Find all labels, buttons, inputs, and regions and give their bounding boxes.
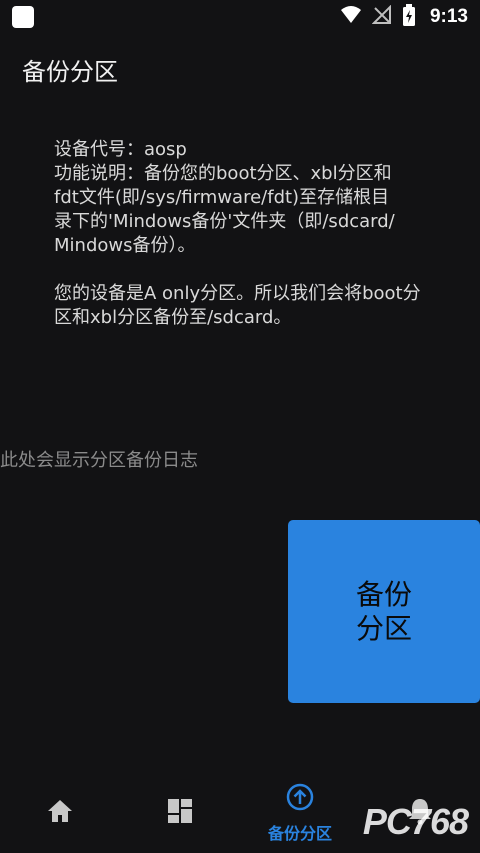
- device-code-text: 设备代号：aosp: [54, 139, 187, 160]
- nav-item-backup-partition[interactable]: 备份分区: [252, 773, 348, 853]
- status-time: 9:13: [429, 6, 468, 27]
- status-bar: 9:13: [0, 0, 480, 34]
- info-panel: 设备代号：aosp 功能说明：备份您的boot分区、xbl分区和 fdt文件(即…: [54, 138, 434, 330]
- description-line: Mindows备份）。: [54, 235, 196, 256]
- partition-result-line: 区和xbl分区备份至/sdcard。: [54, 307, 292, 328]
- backup-upload-icon: [285, 782, 315, 816]
- backup-partition-button[interactable]: 备份 分区: [288, 520, 480, 703]
- status-icons: 9:13: [340, 4, 468, 30]
- backup-log-placeholder: 此处会显示分区备份日志: [0, 450, 198, 471]
- description-line: 录下的'Mindows备份'文件夹（即/sdcard/: [54, 211, 395, 232]
- nav-label-backup-partition: 备份分区: [267, 824, 332, 843]
- notification-icon: [12, 6, 34, 28]
- nav-item-dashboard[interactable]: [132, 773, 228, 853]
- home-icon: [46, 798, 74, 828]
- description-line: fdt文件(即/sys/firmware/fdt)至存储根目: [54, 187, 390, 208]
- description-line: 功能说明：备份您的boot分区、xbl分区和: [54, 163, 392, 184]
- no-signal-icon: [371, 4, 392, 29]
- battery-charging-icon: [402, 4, 416, 30]
- wifi-icon: [340, 5, 362, 29]
- page-title: 备份分区: [22, 58, 118, 86]
- backup-button-label-line2: 分区: [355, 612, 412, 644]
- bottom-navigation: 备份分区 PC768: [0, 773, 480, 853]
- watermark-logo: PC768: [362, 801, 469, 842]
- dashboard-icon: [167, 798, 193, 828]
- nav-item-home[interactable]: [12, 773, 108, 853]
- backup-button-label-line1: 备份: [355, 578, 412, 610]
- partition-result-line: 您的设备是A only分区。所以我们会将boot分: [54, 283, 421, 304]
